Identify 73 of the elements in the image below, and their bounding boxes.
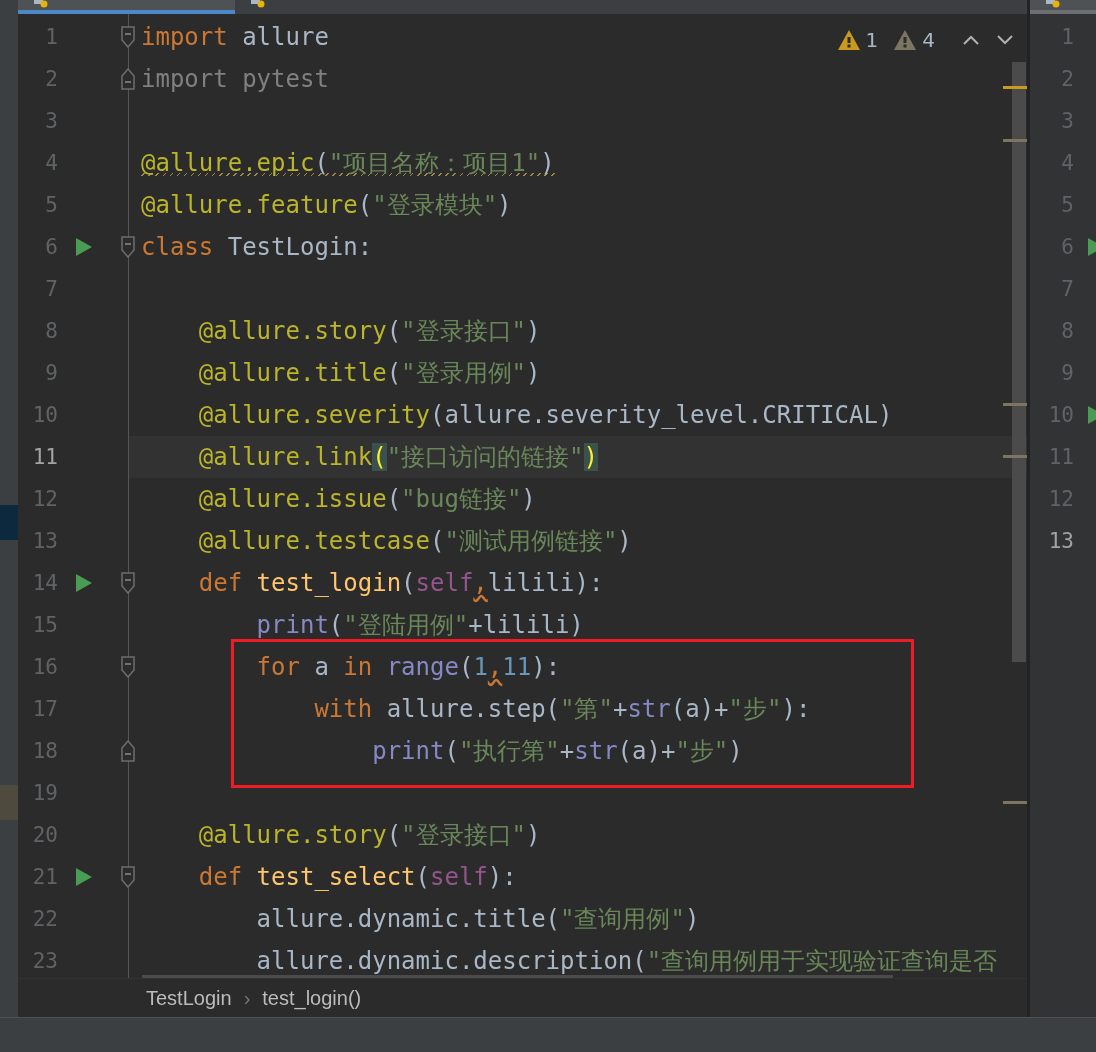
code-line: def test_login(self,lilili): xyxy=(197,569,604,597)
line-number: 3 xyxy=(45,109,59,133)
scrollbar-thumb[interactable] xyxy=(1012,62,1026,662)
code-line: @allure.title("登录用例") xyxy=(197,359,541,387)
line-number: 16 xyxy=(32,655,59,679)
python-file-icon xyxy=(1046,0,1060,10)
breadcrumb-separator: › xyxy=(243,986,251,1010)
line-number: 5 xyxy=(45,193,59,217)
code-line: @allure.story("登录接口") xyxy=(197,821,541,849)
fold-icon[interactable] xyxy=(121,26,135,48)
line-number: 18 xyxy=(32,739,59,763)
line-number: 1 xyxy=(45,25,59,49)
editor-tab[interactable] xyxy=(18,0,235,14)
line-number: 10 xyxy=(32,403,59,427)
code-line: allure.dynamic.title("查询用例") xyxy=(255,905,700,933)
line-number: 19 xyxy=(32,781,59,805)
line-number: 13 xyxy=(1047,529,1074,553)
code-line: import pytest xyxy=(141,65,329,93)
selection-mark xyxy=(0,505,18,540)
fold-icon[interactable] xyxy=(121,740,135,762)
fold-icon[interactable] xyxy=(121,68,135,90)
run-icon[interactable] xyxy=(76,238,92,256)
chevron-up-icon[interactable] xyxy=(963,35,979,45)
line-number: 21 xyxy=(32,865,59,889)
line-number: 23 xyxy=(32,949,59,973)
code-line: def test_select(self): xyxy=(197,863,517,891)
run-icon[interactable] xyxy=(1088,406,1096,424)
code-line: allure.dynamic.description("查询用例用于实现验证查询是否 xyxy=(255,947,998,975)
fold-icon[interactable] xyxy=(121,656,135,678)
code-line: print("登陆用例"+lilili) xyxy=(255,611,584,639)
warning-icon[interactable] xyxy=(837,30,860,50)
fold-icon[interactable] xyxy=(121,866,135,888)
line-number: 6 xyxy=(45,235,59,259)
line-number: 14 xyxy=(32,571,59,595)
line-number: 13 xyxy=(32,529,59,553)
code-line: @allure.testcase("测试用例链接") xyxy=(197,527,632,555)
line-number: 9 xyxy=(45,361,59,385)
breadcrumb[interactable]: TestLogin xyxy=(146,986,232,1010)
line-number: 8 xyxy=(45,319,59,343)
weak-warning-icon[interactable] xyxy=(894,30,917,50)
line-number: 22 xyxy=(32,907,59,931)
code-line: import allure xyxy=(141,23,329,51)
line-number: 12 xyxy=(32,487,59,511)
code-line: print("执行第"+str(a)+"步") xyxy=(371,737,743,765)
scrollbar-thumb[interactable] xyxy=(142,975,893,978)
run-icon[interactable] xyxy=(76,868,92,886)
run-icon[interactable] xyxy=(76,574,92,592)
selection-mark xyxy=(0,785,18,820)
line-number: 7 xyxy=(45,277,59,301)
code-line: @allure.story("登录接口") xyxy=(197,317,541,345)
code-line: class TestLogin: xyxy=(141,233,373,261)
chevron-down-icon[interactable] xyxy=(997,35,1013,45)
code-line: @allure.issue("bug链接") xyxy=(197,485,536,513)
fold-icon[interactable] xyxy=(121,236,135,258)
python-file-icon xyxy=(251,0,265,10)
breadcrumb[interactable]: test_login() xyxy=(262,986,362,1010)
problem-count: 4 xyxy=(922,28,935,52)
code-line: @allure.severity(allure.severity_level.CRITICAL) xyxy=(197,401,893,429)
run-icon[interactable] xyxy=(1088,238,1096,256)
line-number: 4 xyxy=(45,151,59,175)
line-number: 11 xyxy=(32,445,59,469)
code-line: for a in range(1,11): xyxy=(255,653,561,681)
editor-tab[interactable] xyxy=(1030,0,1096,14)
code-line: with allure.step("第"+str(a)+"步"): xyxy=(313,695,811,723)
fold-icon[interactable] xyxy=(121,572,135,594)
line-number: 20 xyxy=(32,823,59,847)
code-line: @allure.feature("登录模块") xyxy=(141,191,512,219)
line-number: 15 xyxy=(32,613,59,637)
problem-count: 1 xyxy=(865,28,879,52)
line-number: 2 xyxy=(45,67,59,91)
line-number: 17 xyxy=(32,697,59,721)
code-line: @allure.link("接口访问的链接") xyxy=(197,443,598,471)
python-file-icon xyxy=(34,0,48,10)
